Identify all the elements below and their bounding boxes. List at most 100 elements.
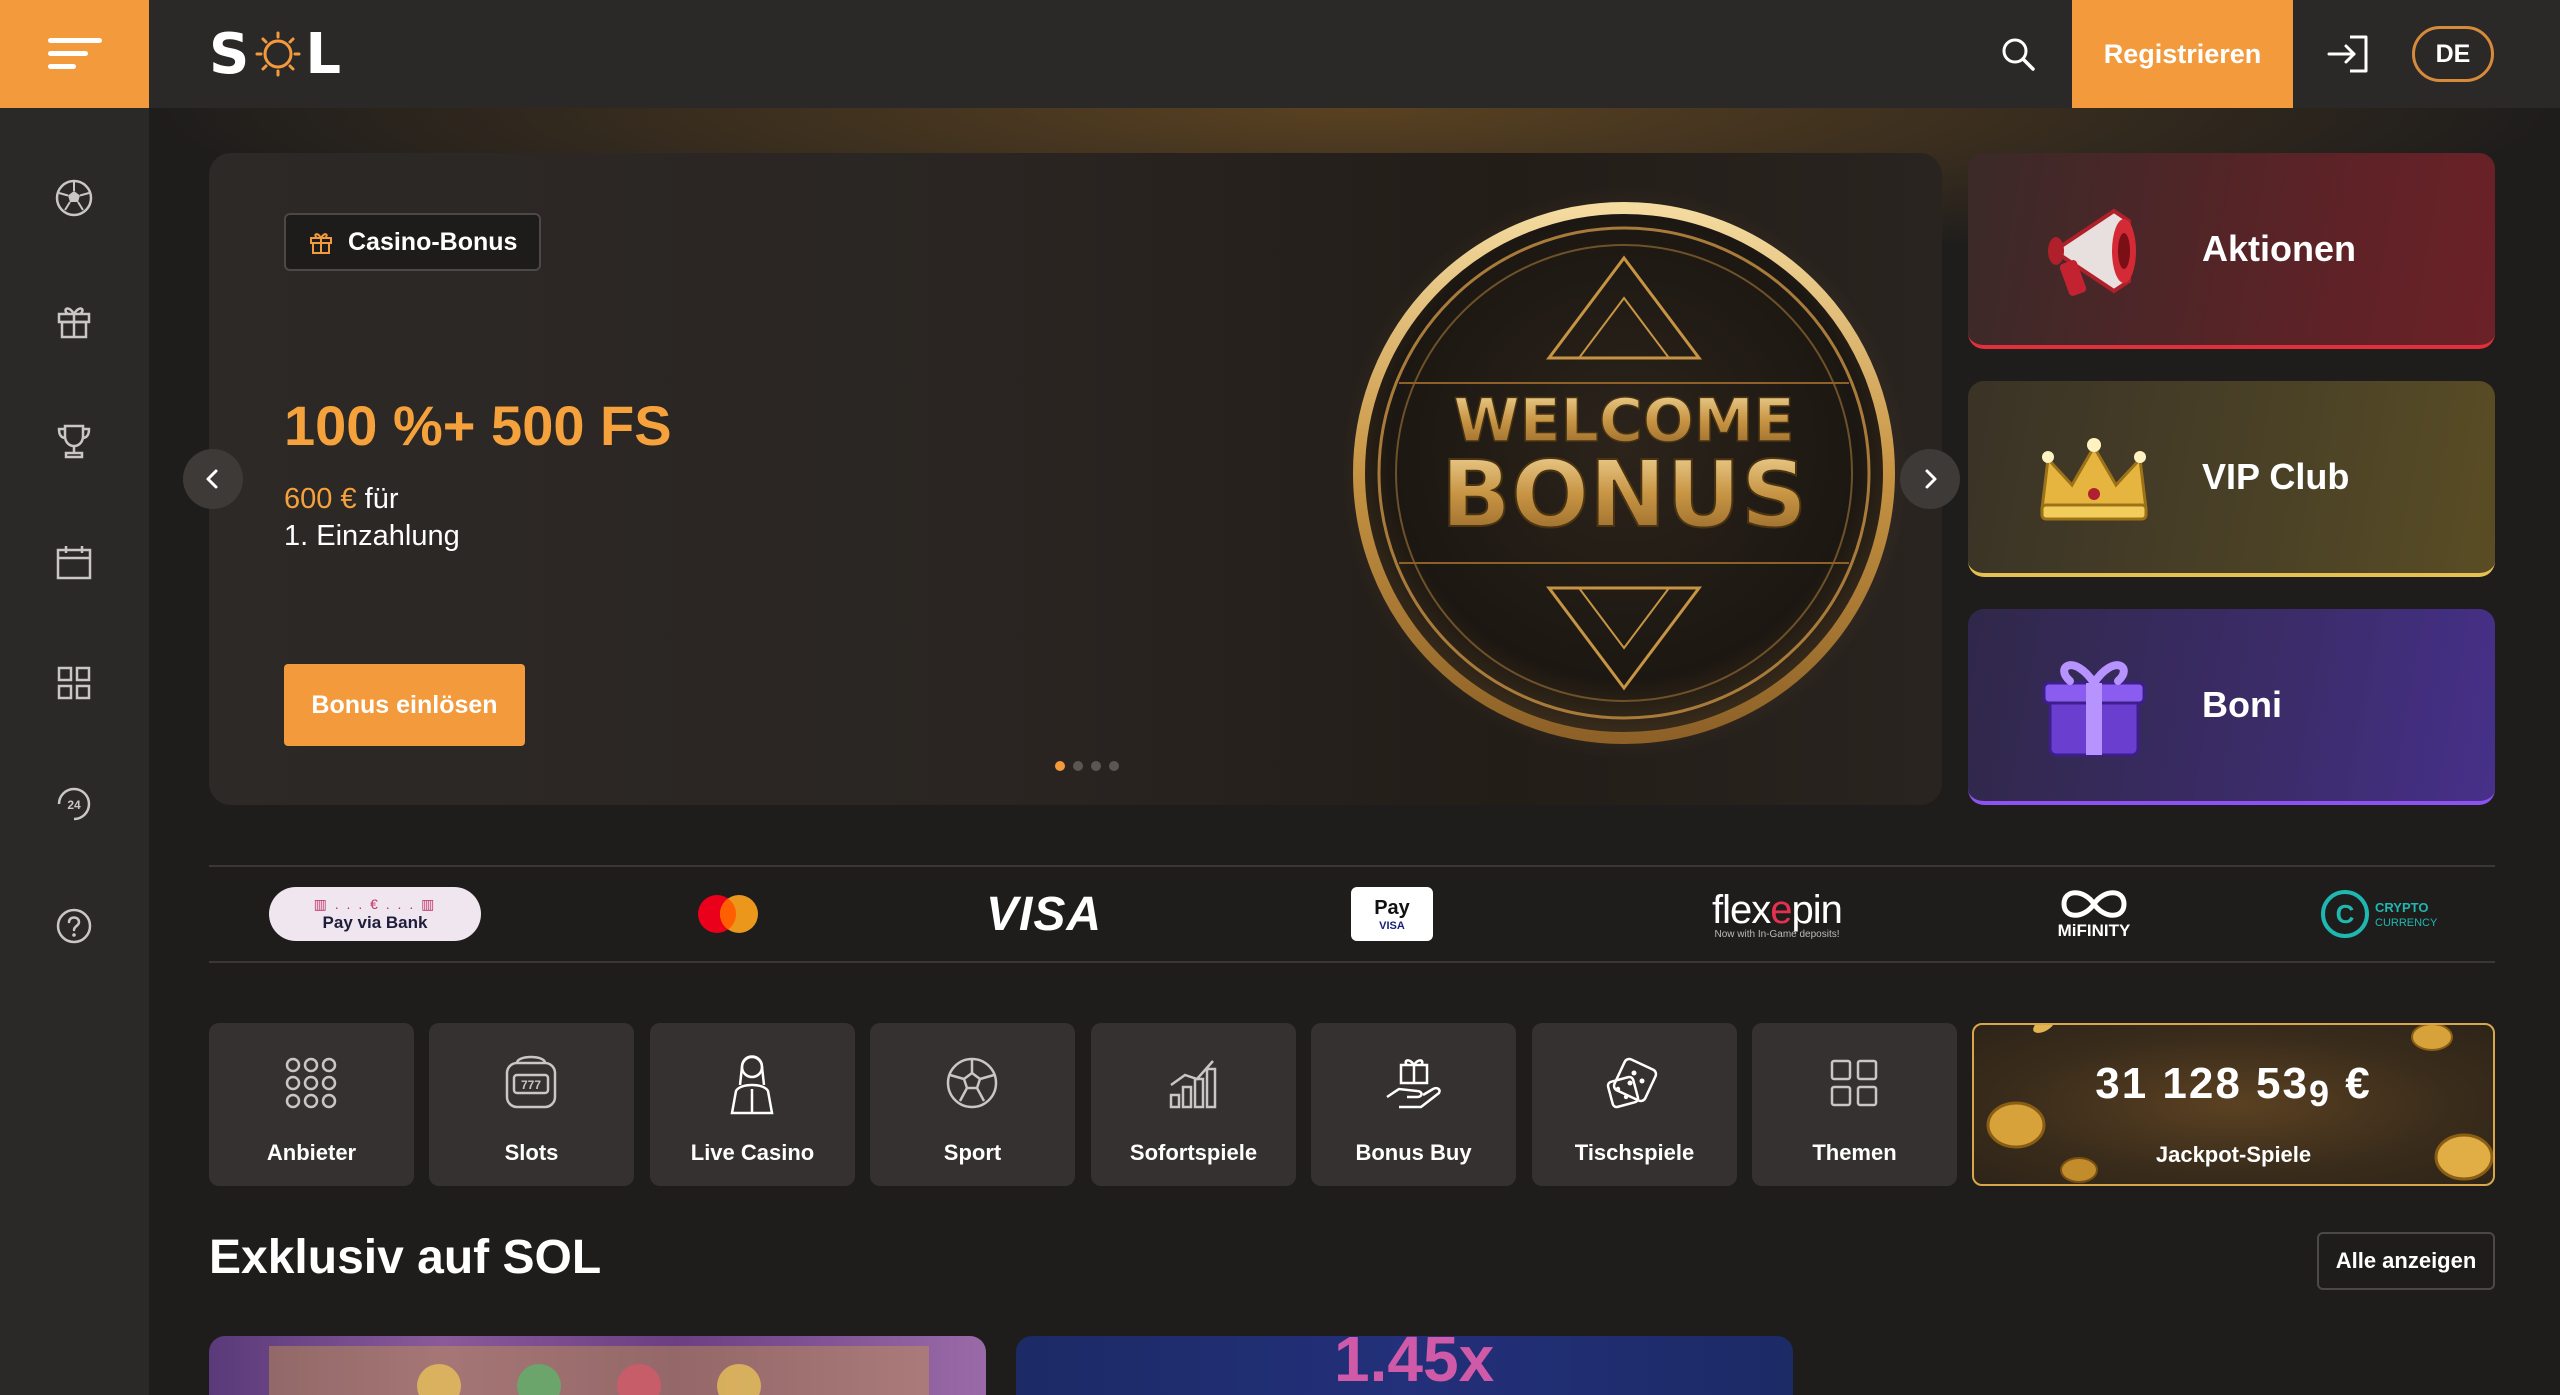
hero-title: 100 %+ 500 FS	[284, 394, 672, 457]
svg-text:CURRENCY: CURRENCY	[2375, 917, 2438, 929]
category-themen[interactable]: Themen	[1752, 1023, 1957, 1186]
sidebar-item-calendar[interactable]	[44, 532, 104, 592]
category-tischspiele[interactable]: Tischspiele	[1532, 1023, 1737, 1186]
casino-bonus-tag: Casino-Bonus	[284, 213, 542, 271]
hand-gift-icon	[1381, 1051, 1445, 1115]
soccer-ball-icon	[55, 179, 93, 217]
crypto-icon: C CRYPTO CURRENCY	[2321, 890, 2438, 938]
welcome-bonus-coin: WELCOME BONUS	[1339, 188, 1909, 758]
jackpot-amount: 31 128 539 €	[2095, 1059, 2372, 1114]
sidebar: 24	[0, 108, 149, 1395]
category-bonus-buy[interactable]: Bonus Buy	[1311, 1023, 1516, 1186]
sidebar-item-tournaments[interactable]	[44, 411, 104, 471]
search-button[interactable]	[1990, 26, 2046, 82]
carousel-dots	[1055, 761, 1119, 771]
category-label: Anbieter	[266, 1140, 357, 1165]
promo-card-vip-club[interactable]: VIP Club	[1968, 381, 2495, 577]
casino-bonus-label: Casino-Bonus	[348, 227, 518, 256]
tiles-icon	[1822, 1051, 1886, 1115]
svg-text:C: C	[2336, 899, 2355, 929]
category-label: Slots	[504, 1140, 559, 1165]
megaphone-icon	[2048, 208, 2136, 296]
category-slots[interactable]: 777 Slots	[429, 1023, 634, 1186]
slot-machine-icon: 777	[499, 1051, 563, 1115]
login-icon	[2327, 35, 2368, 73]
category-label: Tischspiele	[1574, 1140, 1695, 1165]
language-selector[interactable]: DE	[2412, 26, 2494, 82]
sidebar-item-sport[interactable]	[44, 168, 104, 228]
calendar-icon	[56, 546, 92, 580]
sidebar-item-help[interactable]	[44, 896, 104, 956]
game-card[interactable]	[209, 1336, 986, 1395]
menu-button[interactable]	[0, 0, 149, 108]
app-root: S L Registrieren DE 24 Casino-Bonus 100 …	[0, 0, 2560, 1395]
help-icon	[56, 908, 92, 944]
grid-icon	[57, 666, 91, 700]
apple-pay-logo: Pay VISA	[1351, 867, 1433, 961]
category-sofortspiele[interactable]: Sofortspiele	[1091, 1023, 1296, 1186]
dealer-icon	[720, 1051, 784, 1115]
category-label: Bonus Buy	[1355, 1140, 1472, 1165]
category-label: Live Casino	[690, 1140, 815, 1165]
promo-card-boni[interactable]: Boni	[1968, 609, 2495, 805]
dots-grid-icon	[279, 1051, 343, 1115]
carousel-dot-1[interactable]	[1055, 761, 1065, 771]
login-button[interactable]	[2318, 24, 2378, 84]
hero-amount-suffix: für	[356, 483, 399, 515]
mastercard-icon	[698, 895, 758, 933]
logo[interactable]: S L	[209, 22, 343, 87]
sidebar-item-games[interactable]	[44, 653, 104, 713]
promo-label-aktionen: Aktionen	[2202, 228, 2357, 269]
sidebar-item-support[interactable]: 24	[44, 774, 104, 834]
crypto-currency-logo: C CRYPTO CURRENCY	[2319, 867, 2449, 961]
carousel-dot-2[interactable]	[1073, 761, 1083, 771]
24h-support-icon: 24	[57, 787, 91, 821]
flexepin-logo: flexepin Now with In-Game deposits!	[1712, 888, 1843, 940]
mastercard-logo	[695, 867, 761, 961]
svg-text:CRYPTO: CRYPTO	[2375, 900, 2428, 915]
carousel-prev-button[interactable]	[183, 449, 243, 509]
bank-icons: ▥ . . . € . . . ▥	[313, 895, 437, 912]
hero-amount-line: 600 € für	[284, 483, 398, 516]
show-all-button[interactable]: Alle anzeigen	[2317, 1232, 2495, 1290]
promo-label-vip-club: VIP Club	[2202, 456, 2350, 497]
category-label: Themen	[1812, 1140, 1897, 1165]
gift-icon	[310, 233, 332, 254]
category-sport[interactable]: Sport	[870, 1023, 1075, 1186]
gift-box-icon	[2042, 661, 2146, 757]
carousel-next-button[interactable]	[1900, 449, 1960, 509]
hero-banner[interactable]: Casino-Bonus 100 %+ 500 FS 600 € für 1. …	[209, 153, 1942, 805]
section-title-exclusive: Exklusiv auf SOL	[209, 1231, 602, 1284]
soccer-ball-icon	[940, 1051, 1004, 1115]
hero-amount: 600 €	[284, 483, 357, 515]
category-label: Sport	[943, 1140, 1002, 1165]
category-label: Sofortspiele	[1129, 1140, 1258, 1165]
bar-chart-icon	[1161, 1051, 1225, 1115]
crown-icon	[2040, 438, 2148, 521]
category-anbieter[interactable]: Anbieter	[209, 1023, 414, 1186]
sidebar-item-bonus[interactable]	[44, 290, 104, 350]
gift-icon	[57, 307, 91, 339]
jackpot-games-tile[interactable]: 31 128 539 € Jackpot-Spiele	[1972, 1023, 2495, 1186]
hamburger-icon	[47, 38, 102, 69]
game-multiplier-text: 1.45x	[1334, 1336, 1495, 1395]
mifinity-logo: MiFINITY	[2024, 867, 2164, 961]
trophy-icon	[57, 424, 91, 459]
game-thumbnail-slot	[269, 1346, 929, 1395]
top-bar: S L Registrieren DE	[0, 0, 2560, 108]
jackpot-label: Jackpot-Spiele	[2155, 1142, 2312, 1167]
register-button[interactable]: Registrieren	[2072, 0, 2293, 108]
chevron-right-icon	[1925, 469, 1937, 489]
carousel-dot-4[interactable]	[1109, 761, 1119, 771]
carousel-dot-3[interactable]	[1091, 761, 1101, 771]
infinity-icon	[2061, 890, 2127, 918]
search-icon	[2002, 38, 2035, 71]
sun-logo-icon	[255, 31, 301, 77]
redeem-bonus-button[interactable]: Bonus einlösen	[284, 664, 525, 746]
promo-label-boni: Boni	[2202, 684, 2282, 725]
dice-icon	[1602, 1051, 1666, 1115]
payment-methods-strip: ▥ . . . € . . . ▥ Pay via Bank VISA Pay …	[209, 865, 2495, 963]
promo-card-aktionen[interactable]: Aktionen	[1968, 153, 2495, 349]
game-card[interactable]: 1.45x	[1016, 1336, 1793, 1395]
category-live-casino[interactable]: Live Casino	[650, 1023, 855, 1186]
